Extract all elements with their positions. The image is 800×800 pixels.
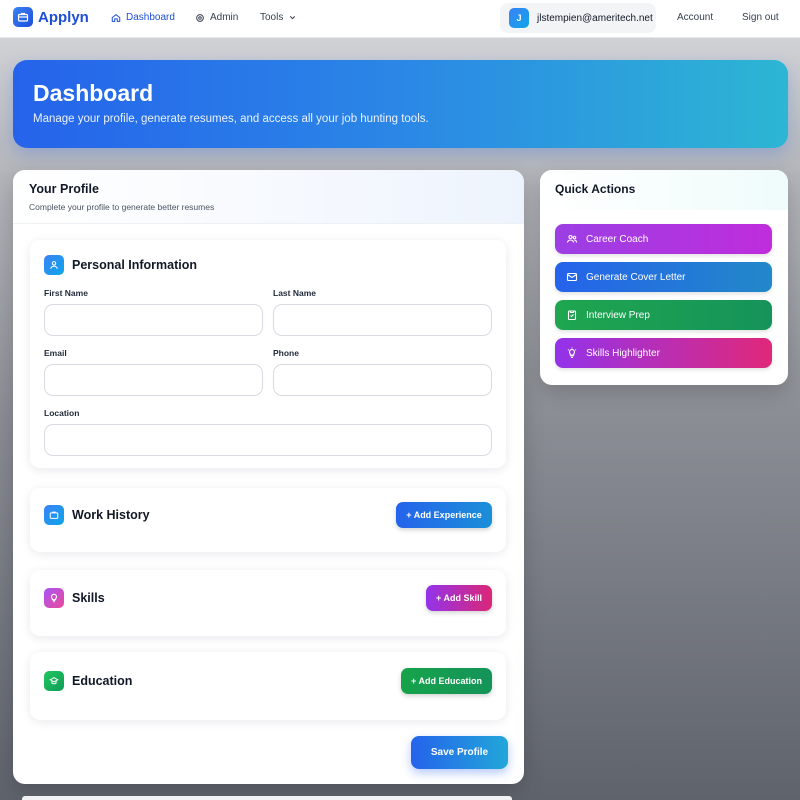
save-profile-button[interactable]: Save Profile xyxy=(411,736,508,769)
top-navbar: Applyn Dashboard Admin Tools J jlstempie… xyxy=(0,0,800,38)
work-history-title: Work History xyxy=(72,508,150,522)
graduation-icon xyxy=(44,671,64,691)
phone-label: Phone xyxy=(273,348,299,358)
dashboard-hero: Dashboard Manage your profile, generate … xyxy=(13,60,788,148)
page-title: Dashboard xyxy=(33,80,154,106)
quick-actions-header: Quick Actions xyxy=(540,170,788,210)
add-skill-button[interactable]: + Add Skill xyxy=(426,585,492,611)
last-name-label: Last Name xyxy=(273,288,316,298)
personal-info-title: Personal Information xyxy=(72,258,198,272)
sign-out-link[interactable]: Sign out xyxy=(742,12,779,23)
next-card-edge xyxy=(22,796,512,800)
user-email: jlstempien@ameritech.net xyxy=(537,12,653,24)
home-icon xyxy=(111,13,121,22)
nav-dashboard[interactable]: Dashboard xyxy=(111,12,175,23)
profile-card: Your Profile Complete your profile to ge… xyxy=(13,170,524,784)
email-field[interactable] xyxy=(44,364,263,396)
personal-info-section: Personal Information First Name Last Nam… xyxy=(30,240,506,468)
email-label: Email xyxy=(44,348,67,358)
add-education-button[interactable]: + Add Education xyxy=(401,668,492,694)
career-coach-label: Career Coach xyxy=(586,233,649,245)
generate-cover-letter-button[interactable]: Generate Cover Letter xyxy=(555,262,772,292)
mail-icon xyxy=(566,272,578,282)
briefcase-logo-icon xyxy=(13,7,33,27)
profile-subtitle: Complete your profile to generate better… xyxy=(29,202,215,212)
add-experience-button[interactable]: + Add Experience xyxy=(396,502,492,528)
avatar: J xyxy=(509,8,529,28)
profile-header: Your Profile Complete your profile to ge… xyxy=(13,170,524,224)
account-link[interactable]: Account xyxy=(677,12,713,23)
nav-dashboard-label: Dashboard xyxy=(126,12,175,23)
interview-prep-button[interactable]: Interview Prep xyxy=(555,300,772,330)
brand-name: Applyn xyxy=(38,8,89,26)
skills-highlighter-label: Skills Highlighter xyxy=(586,347,660,359)
page-subtitle: Manage your profile, generate resumes, a… xyxy=(33,113,429,125)
generate-cover-letter-label: Generate Cover Letter xyxy=(586,271,686,283)
phone-field[interactable] xyxy=(273,364,492,396)
skills-section: Skills + Add Skill xyxy=(30,570,506,636)
location-field[interactable] xyxy=(44,424,492,456)
briefcase-icon xyxy=(44,505,64,525)
chevron-down-icon xyxy=(290,16,296,20)
lightbulb-icon xyxy=(567,347,577,359)
career-coach-button[interactable]: Career Coach xyxy=(555,224,772,254)
first-name-field[interactable] xyxy=(44,304,263,336)
nav-tools[interactable]: Tools xyxy=(260,12,297,23)
location-label: Location xyxy=(44,408,80,418)
quick-actions-title: Quick Actions xyxy=(555,182,636,196)
last-name-field[interactable] xyxy=(273,304,492,336)
lightbulb-icon xyxy=(44,588,64,608)
brand[interactable]: Applyn xyxy=(13,7,89,27)
education-title: Education xyxy=(72,674,133,688)
interview-prep-label: Interview Prep xyxy=(586,309,650,321)
users-icon xyxy=(566,234,578,243)
quick-actions-card: Quick Actions Career Coach Generate Cove… xyxy=(540,170,788,385)
nav-admin[interactable]: Admin xyxy=(195,12,238,23)
first-name-label: First Name xyxy=(44,288,88,298)
settings-icon xyxy=(196,13,204,22)
skills-highlighter-button[interactable]: Skills Highlighter xyxy=(555,338,772,368)
nav-admin-label: Admin xyxy=(210,12,239,23)
nav-tools-label: Tools xyxy=(260,12,284,23)
profile-title: Your Profile xyxy=(29,182,99,196)
user-icon xyxy=(44,255,64,275)
work-history-section: Work History + Add Experience xyxy=(30,488,506,552)
skills-title: Skills xyxy=(72,591,105,605)
user-chip[interactable]: J jlstempien@ameritech.net xyxy=(500,3,656,33)
clipboard-icon xyxy=(567,310,577,321)
education-section: Education + Add Education xyxy=(30,652,506,720)
